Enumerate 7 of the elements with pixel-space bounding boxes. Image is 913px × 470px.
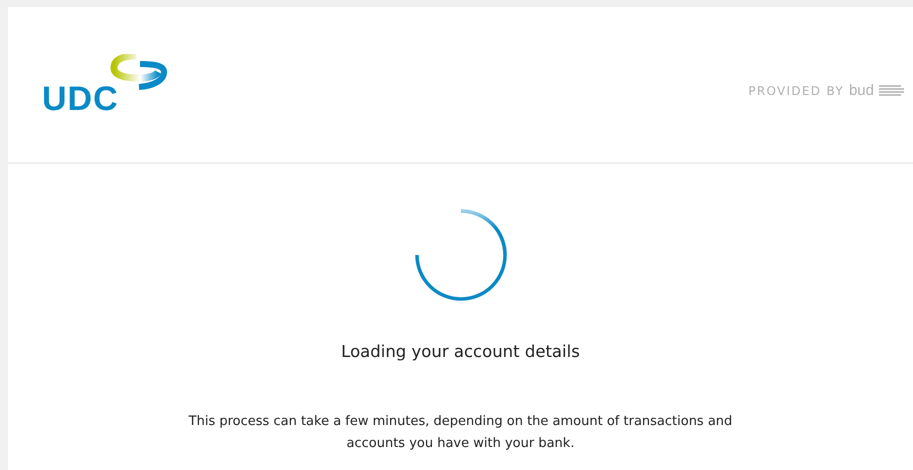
- udc-logo: UDC: [42, 82, 119, 116]
- bud-logo: bud: [848, 82, 874, 99]
- provided-by-label: PROVIDED BY: [748, 84, 844, 98]
- stripes-icon: [879, 85, 905, 96]
- loading-title: Loading your account details: [341, 342, 580, 361]
- loading-message: This process can take a few minutes, depending on the amount of transactions and accounts you have with your bank.: [188, 413, 734, 453]
- loading-spinner-icon: [414, 208, 508, 302]
